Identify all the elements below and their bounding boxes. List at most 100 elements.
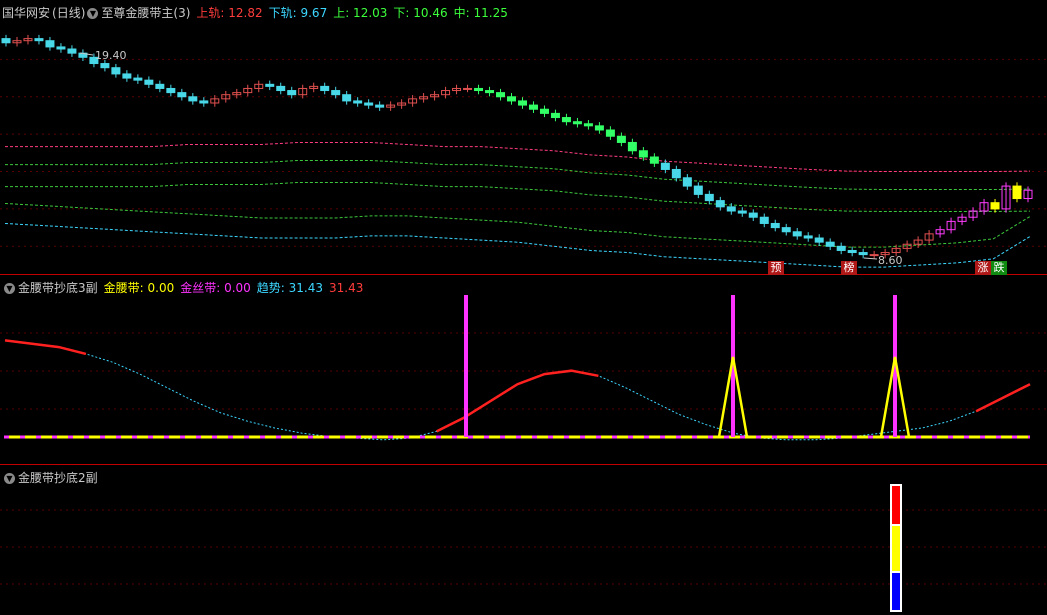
- panel-separator[interactable]: [0, 274, 1047, 275]
- sub1-indicator-values: 金腰带: 0.00 金丝带: 0.00 趋势: 31.43 31.43: [98, 280, 364, 296]
- trend-line: [4, 339, 1031, 441]
- chevron-down-icon[interactable]: ▼: [4, 282, 15, 294]
- sub1-indicator-name[interactable]: 金腰带抄底3副: [18, 280, 98, 296]
- candle-body: [199, 100, 209, 104]
- candle: [550, 109, 560, 122]
- candle: [67, 45, 77, 57]
- candle: [375, 101, 385, 111]
- candle: [528, 101, 538, 113]
- tag-die: 跌: [991, 261, 1007, 275]
- main-field-3: 下: 10.46: [393, 6, 448, 20]
- sub2-indicator-chart[interactable]: [0, 465, 1047, 615]
- candle-body: [990, 202, 1000, 210]
- candle-body: [177, 92, 187, 98]
- candle-body: [507, 96, 517, 102]
- candle-body: [561, 117, 571, 123]
- candle-body: [847, 249, 857, 254]
- candle-body: [792, 231, 802, 237]
- candle-body: [528, 104, 538, 110]
- candle-body: [671, 168, 681, 179]
- candle-body: [45, 40, 55, 48]
- candle: [12, 36, 22, 47]
- candle-body: [122, 73, 132, 79]
- sub-chart-panel-1[interactable]: ▼ 金腰带抄底3副 金腰带: 0.00 金丝带: 0.00 趋势: 31.43 31.…: [0, 275, 1047, 465]
- candle-body: [748, 212, 758, 218]
- candle: [111, 63, 121, 78]
- candle: [935, 225, 945, 238]
- candle-body: [583, 123, 593, 127]
- sub2-indicator-name[interactable]: 金腰带抄底2副: [18, 470, 98, 486]
- candle: [913, 236, 923, 248]
- sub-chart-panel-2[interactable]: ▼ 金腰带抄底2副: [0, 465, 1047, 615]
- candle-body: [770, 222, 780, 229]
- candle: [419, 93, 429, 103]
- candle-body: [638, 150, 648, 158]
- candle: [605, 126, 615, 140]
- panel-separator[interactable]: [0, 464, 1047, 465]
- candle: [759, 213, 769, 228]
- candle: [243, 84, 253, 97]
- candle-body: [715, 200, 725, 208]
- high-price-label: 19.40: [95, 49, 127, 62]
- candle-body: [704, 193, 714, 202]
- candle: [748, 209, 758, 221]
- candle-body: [155, 83, 165, 89]
- candle: [627, 138, 637, 155]
- candle: [858, 248, 868, 259]
- sub1-field-3: 31.43: [329, 281, 364, 295]
- candle: [397, 99, 407, 109]
- candle: [320, 82, 330, 95]
- signal-bar-red: [892, 486, 900, 524]
- candle: [23, 34, 33, 45]
- candle-body: [858, 252, 868, 256]
- candle: [869, 250, 879, 259]
- candle: [386, 101, 396, 111]
- candle-body: [1, 38, 11, 44]
- candle: [254, 80, 264, 93]
- main-header: 国华网安 (日线) ▼ 至尊金腰带主 (3) 上轨: 12.82 下轨: 9.67…: [2, 5, 508, 21]
- candle: [45, 36, 55, 51]
- candle: [474, 84, 484, 95]
- candle-body: [287, 90, 297, 96]
- candle: [331, 86, 341, 99]
- candle-body: [594, 125, 604, 131]
- candle-body: [56, 46, 66, 50]
- main-field-1: 下轨: 9.67: [268, 6, 328, 20]
- candle: [133, 74, 143, 84]
- candle-body: [265, 83, 275, 87]
- candle-body: [517, 100, 527, 106]
- candle-body: [869, 254, 879, 257]
- candle-body: [649, 156, 659, 164]
- main-field-0: 上轨: 12.82: [196, 6, 263, 20]
- period-label: (日线): [52, 6, 86, 20]
- indicator-values: 上轨: 12.82 下轨: 9.67 上: 12.03 下: 10.46 中: 11.2…: [190, 5, 507, 21]
- candle: [693, 182, 703, 199]
- candle-body: [627, 141, 637, 152]
- chevron-down-icon[interactable]: ▼: [87, 7, 99, 19]
- indicator-name[interactable]: 至尊金腰带主: [101, 5, 173, 21]
- candle-body: [166, 87, 176, 94]
- sub1-indicator-chart[interactable]: [0, 275, 1047, 465]
- chevron-down-icon[interactable]: ▼: [4, 472, 15, 484]
- candlestick-chart[interactable]: [0, 0, 1047, 275]
- sub2-header: ▼ 金腰带抄底2副: [2, 470, 98, 486]
- candle-body: [144, 79, 154, 85]
- candle: [364, 99, 374, 109]
- candle: [1001, 182, 1011, 213]
- main-chart-panel[interactable]: 国华网安 (日线) ▼ 至尊金腰带主 (3) 上轨: 12.82 下轨: 9.67…: [0, 0, 1047, 275]
- candle: [979, 198, 989, 215]
- candle: [572, 117, 582, 128]
- candle: [155, 80, 165, 93]
- candle: [342, 90, 352, 105]
- candle: [430, 90, 440, 101]
- candle-body: [34, 38, 44, 42]
- trend-rising-segment: [436, 369, 599, 433]
- candle: [463, 84, 473, 93]
- candle: [649, 153, 659, 167]
- candle: [682, 174, 692, 190]
- candle-body: [550, 112, 560, 119]
- candle: [188, 93, 198, 105]
- low-marker: [863, 257, 878, 260]
- candle-body: [188, 96, 198, 102]
- candle: [452, 84, 462, 95]
